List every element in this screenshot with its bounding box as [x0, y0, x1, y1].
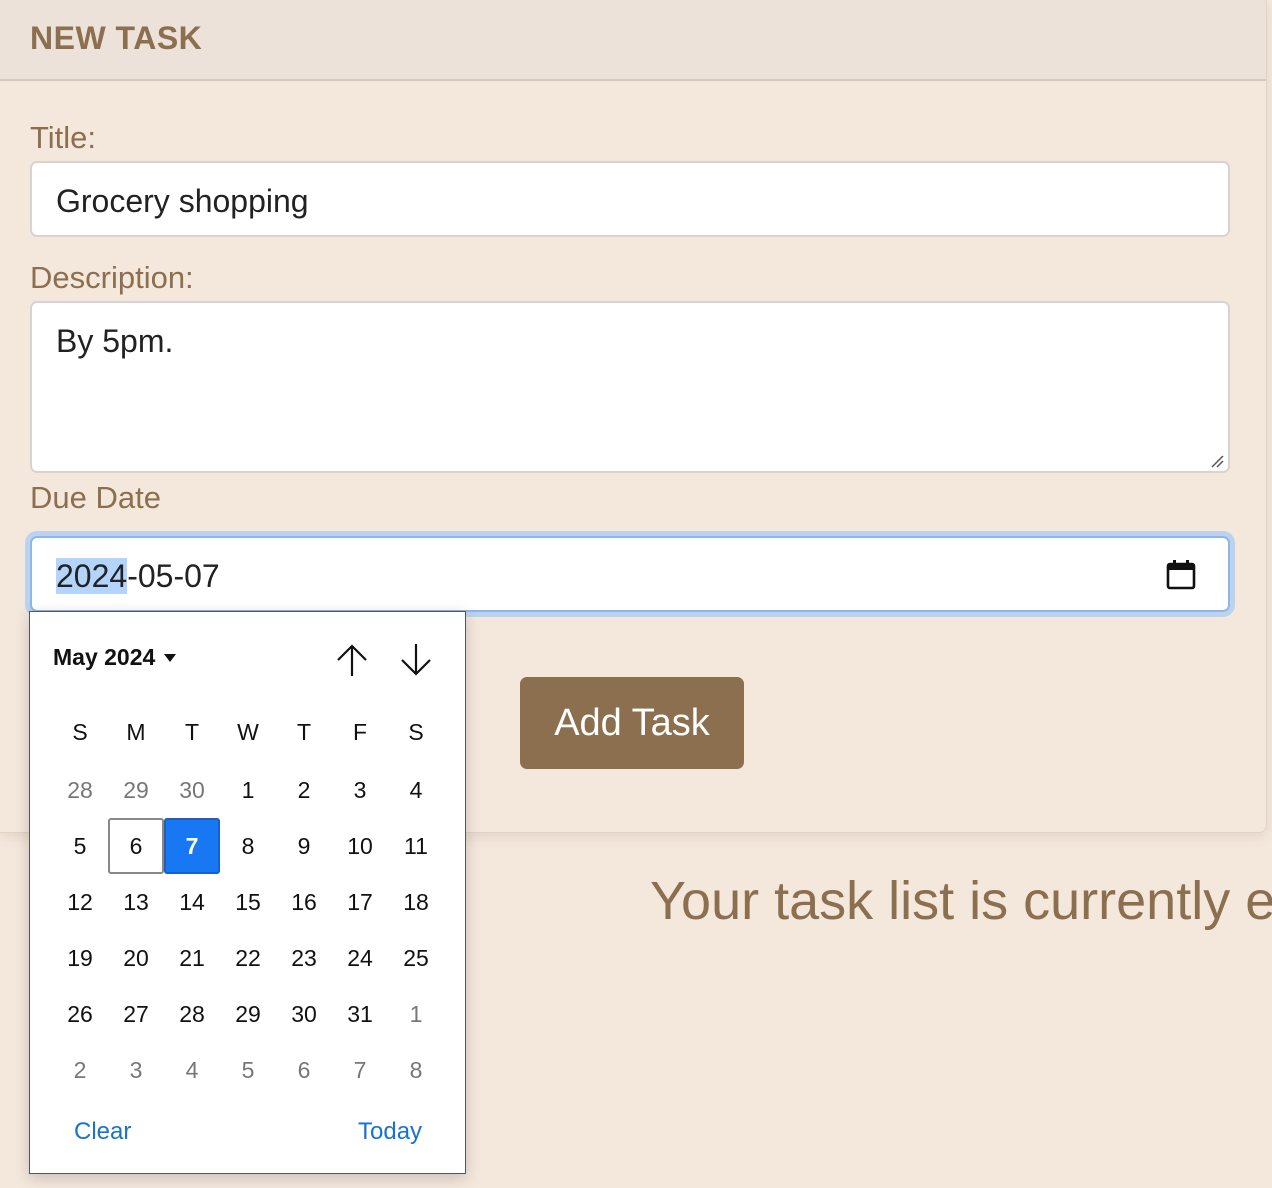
calendar-day[interactable]: 4: [164, 1042, 220, 1098]
arrow-down-icon[interactable]: [396, 640, 436, 680]
calendar-day[interactable]: 25: [388, 930, 444, 986]
date-picker-popup: May 2024 S M T W T F S 28 29 30 1 2 3 4 5 6 7 8 9 10 11 12 13 1…: [29, 611, 466, 1174]
today-button[interactable]: Today: [358, 1118, 422, 1146]
weekday-header: W: [237, 718, 259, 745]
card-title: NEW TASK: [30, 20, 203, 56]
calendar-icon[interactable]: [1164, 558, 1198, 592]
calendar-day[interactable]: 28: [164, 986, 220, 1042]
month-year-selector[interactable]: May 2024: [53, 644, 177, 671]
calendar-day-today[interactable]: 6: [108, 818, 164, 874]
calendar-day-selected[interactable]: 7: [164, 818, 220, 874]
calendar-day[interactable]: 3: [108, 1042, 164, 1098]
calendar-day[interactable]: 30: [164, 762, 220, 818]
calendar-day[interactable]: 21: [164, 930, 220, 986]
calendar-day[interactable]: 29: [220, 986, 276, 1042]
month-year-label: May 2024: [53, 644, 156, 670]
empty-task-list-message: Your task list is currently e: [650, 871, 1272, 931]
weekday-header: S: [408, 718, 424, 745]
due-date-year-segment[interactable]: 2024: [56, 558, 128, 594]
calendar-day[interactable]: 26: [52, 986, 108, 1042]
description-label: Description:: [30, 260, 194, 295]
calendar-day[interactable]: 4: [388, 762, 444, 818]
calendar-day[interactable]: 14: [164, 874, 220, 930]
calendar-day[interactable]: 2: [52, 1042, 108, 1098]
title-label: Title:: [30, 120, 97, 155]
calendar-day[interactable]: 30: [276, 986, 332, 1042]
calendar-day[interactable]: 10: [332, 818, 388, 874]
calendar-day[interactable]: 1: [220, 762, 276, 818]
calendar-day[interactable]: 19: [52, 930, 108, 986]
calendar-day[interactable]: 12: [52, 874, 108, 930]
due-date-value: 2024-05-07: [56, 558, 220, 595]
calendar-day[interactable]: 20: [108, 930, 164, 986]
calendar-day[interactable]: 27: [108, 986, 164, 1042]
due-date-month-day-segment[interactable]: -05-07: [127, 558, 220, 594]
calendar-day[interactable]: 15: [220, 874, 276, 930]
calendar-day[interactable]: 5: [52, 818, 108, 874]
clear-button[interactable]: Clear: [74, 1118, 131, 1146]
due-date-label: Due Date: [30, 480, 161, 515]
add-task-button[interactable]: Add Task: [520, 677, 744, 769]
calendar-day[interactable]: 13: [108, 874, 164, 930]
calendar-day[interactable]: 22: [220, 930, 276, 986]
calendar-day[interactable]: 5: [220, 1042, 276, 1098]
weekday-header: S: [72, 718, 88, 745]
chevron-down-icon: [164, 653, 177, 662]
calendar-day[interactable]: 31: [332, 986, 388, 1042]
card-header: NEW TASK: [0, 0, 1266, 81]
calendar-day[interactable]: 17: [332, 874, 388, 930]
calendar-day[interactable]: 16: [276, 874, 332, 930]
due-date-input[interactable]: 2024-05-07: [30, 536, 1230, 612]
resize-grip-icon[interactable]: [1210, 454, 1224, 468]
calendar-day[interactable]: 1: [388, 986, 444, 1042]
calendar-day[interactable]: 28: [52, 762, 108, 818]
calendar-day[interactable]: 2: [276, 762, 332, 818]
calendar-day[interactable]: 7: [332, 1042, 388, 1098]
calendar-day[interactable]: 9: [276, 818, 332, 874]
weekday-header: T: [184, 718, 200, 745]
arrow-up-icon[interactable]: [332, 640, 372, 680]
calendar-day[interactable]: 6: [276, 1042, 332, 1098]
calendar-day[interactable]: 8: [388, 1042, 444, 1098]
weekday-header: F: [352, 718, 368, 745]
calendar-day[interactable]: 18: [388, 874, 444, 930]
page: NEW TASK Title: Grocery shopping Descrip…: [0, 0, 1272, 1188]
description-textarea-value: By 5pm.: [56, 323, 174, 359]
calendar-day[interactable]: 24: [332, 930, 388, 986]
weekday-header: M: [126, 718, 146, 745]
calendar-day[interactable]: 29: [108, 762, 164, 818]
calendar-day[interactable]: 3: [332, 762, 388, 818]
calendar-day[interactable]: 11: [388, 818, 444, 874]
title-input[interactable]: Grocery shopping: [30, 161, 1230, 237]
title-input-value: Grocery shopping: [56, 183, 309, 219]
calendar-day[interactable]: 8: [220, 818, 276, 874]
weekday-header: T: [296, 718, 312, 745]
calendar-day[interactable]: 23: [276, 930, 332, 986]
description-textarea[interactable]: By 5pm.: [30, 301, 1230, 473]
